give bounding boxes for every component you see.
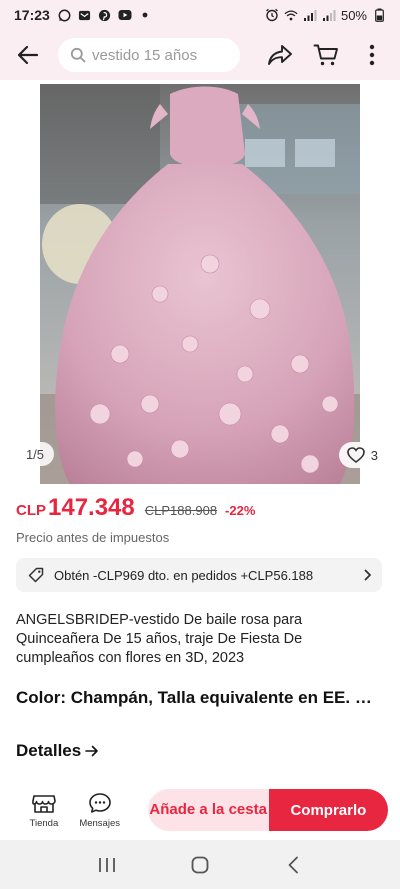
wifi-icon [284, 8, 298, 22]
wishlist-count: 3 [370, 447, 378, 463]
whatsapp-icon [58, 8, 72, 22]
product-title: ANGELSBRIDEP-vestido De baile rosa para … [16, 612, 303, 666]
alarm-icon [265, 8, 279, 22]
more-button[interactable] [352, 35, 392, 75]
search-box[interactable] [58, 38, 240, 72]
search-input[interactable] [92, 46, 222, 64]
product-gallery[interactable]: 1/5 3 [0, 80, 400, 486]
system-back-button[interactable] [273, 845, 313, 885]
signal-icon [303, 8, 317, 22]
heart-icon [346, 447, 365, 463]
status-right: 50% [265, 8, 386, 23]
chevron-left-icon [288, 856, 299, 873]
bottom-action-bar: Tienda Mensajes Añade a la cesta Comprar… [0, 783, 400, 837]
share-button[interactable] [260, 35, 300, 75]
home-icon [191, 856, 209, 873]
home-button[interactable] [180, 845, 220, 885]
coupon-text: Obtén -CLP969 dto. en pedidos +CLP56.188 [54, 567, 314, 583]
back-arrow-icon [17, 45, 39, 65]
recents-icon [98, 857, 115, 872]
cart-icon [313, 44, 338, 66]
dot-icon [138, 8, 152, 22]
price-currency: CLP [16, 502, 46, 519]
buy-now-button[interactable]: Comprarlo [268, 789, 388, 831]
messages-label: Mensajes [79, 817, 120, 829]
details-label: Detalles [16, 741, 82, 760]
youtube-icon [118, 8, 132, 22]
arrow-right-icon [85, 745, 99, 757]
wishlist-button[interactable]: 3 [338, 442, 386, 468]
store-label: Tienda [29, 817, 59, 829]
chat-icon [88, 792, 111, 813]
status-bar: 17:23 50% [0, 0, 400, 30]
signal-icon [322, 8, 336, 22]
battery-icon [372, 8, 386, 22]
mail-icon [78, 8, 92, 22]
cart-button[interactable] [306, 35, 346, 75]
add-to-cart-button[interactable]: Añade a la cesta [147, 789, 269, 831]
top-actions [260, 35, 392, 75]
store-button[interactable]: Tienda [16, 792, 72, 829]
image-counter: 1/5 [16, 442, 54, 466]
original-price: CLP188.908 [144, 503, 218, 518]
more-icon [369, 44, 375, 66]
tax-note: Precio antes de impuestos [16, 530, 170, 545]
messages-button[interactable]: Mensajes [72, 792, 128, 829]
coupon-banner[interactable]: Obtén -CLP969 dto. en pedidos +CLP56.188 [16, 558, 382, 592]
back-button[interactable] [6, 33, 50, 77]
system-nav-bar [0, 840, 400, 889]
product-photo[interactable] [40, 84, 360, 484]
price-amount: 147.348 [48, 494, 135, 521]
store-icon [32, 794, 56, 813]
variant-selector[interactable]: Color: Champán, Talla equivalente en EE.… [16, 688, 384, 708]
battery-percent: 50% [340, 7, 367, 23]
search-icon [70, 47, 86, 63]
status-time: 17:23 [14, 7, 50, 23]
chevron-right-icon [364, 569, 371, 581]
recents-button[interactable] [87, 845, 127, 885]
tag-icon [28, 567, 44, 583]
share-icon [268, 45, 292, 65]
status-left: 17:23 [14, 7, 152, 23]
pinterest-icon [98, 8, 112, 22]
details-link[interactable]: Detalles [16, 741, 99, 761]
discount-badge: -22% [225, 503, 256, 518]
top-app-bar [0, 30, 400, 80]
price-row: CLP 147.348 CLP188.908 -22% [16, 494, 384, 528]
